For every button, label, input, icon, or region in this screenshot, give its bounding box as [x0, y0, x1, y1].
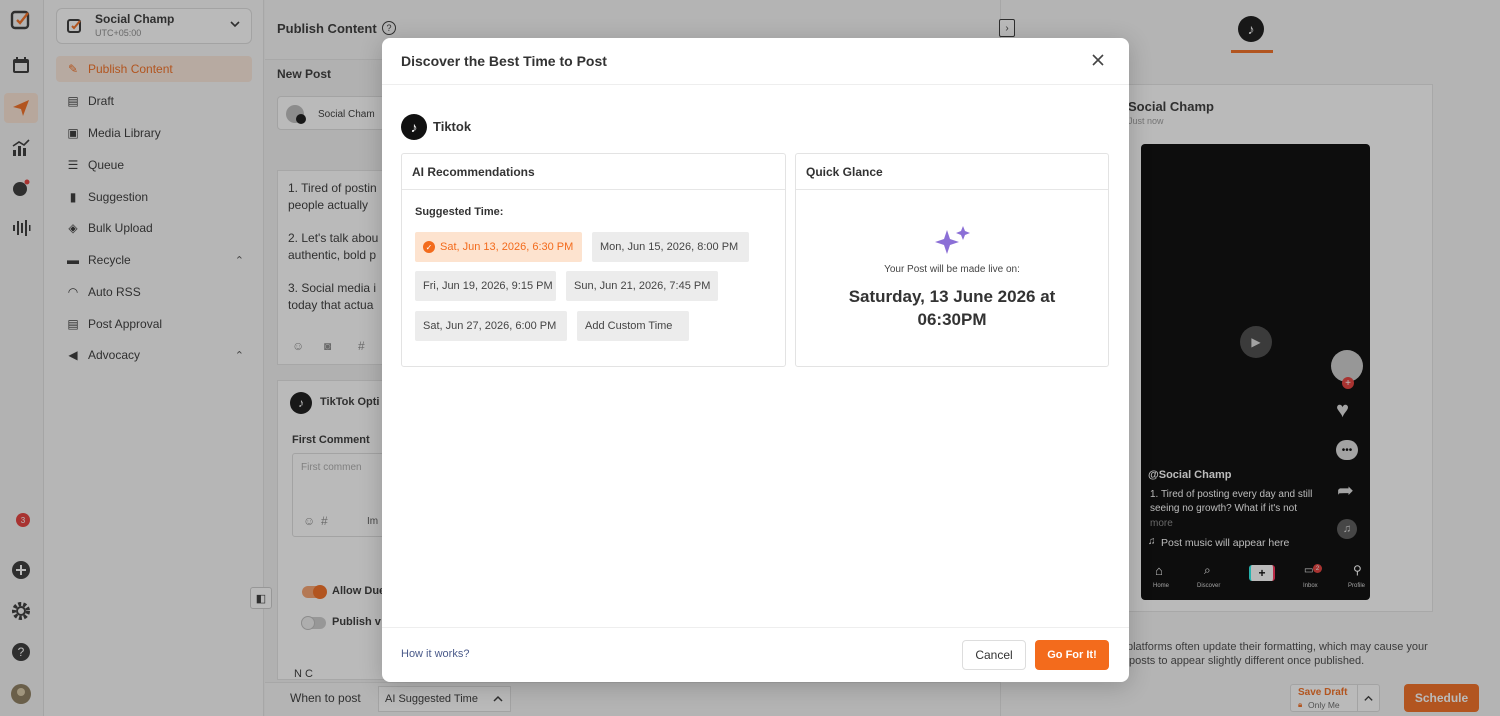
- live-on-text: Your Post will be made live on:: [884, 264, 1020, 275]
- time-chip-label: Fri, Jun 19, 2026, 9:15 PM: [423, 280, 553, 292]
- add-custom-time-button[interactable]: Add Custom Time: [577, 311, 689, 341]
- sparkle-icon: [933, 224, 973, 261]
- quick-glance-title: Quick Glance: [806, 165, 883, 179]
- time-chip-label: Sat, Jun 27, 2026, 6:00 PM: [423, 320, 557, 332]
- time-chip-label: Add Custom Time: [585, 320, 673, 332]
- tiktok-icon: ♪: [401, 114, 427, 140]
- suggested-time-chip[interactable]: ✓ Sat, Jun 13, 2026, 6:30 PM: [415, 232, 582, 262]
- suggested-time-label: Suggested Time:: [415, 206, 504, 218]
- quick-glance-card: Quick Glance Your Post will be made live…: [795, 153, 1109, 367]
- suggested-time-chip[interactable]: Sat, Jun 27, 2026, 6:00 PM: [415, 311, 567, 341]
- ai-recommendations-card: AI Recommendations Suggested Time: ✓ Sat,…: [401, 153, 786, 367]
- suggested-time-chip[interactable]: Sun, Jun 21, 2026, 7:45 PM: [566, 271, 718, 301]
- live-date-line-2: 06:30PM: [917, 310, 987, 329]
- cancel-button[interactable]: Cancel: [962, 640, 1026, 670]
- how-it-works-link[interactable]: How it works?: [401, 648, 469, 660]
- time-chip-label: Sat, Jun 13, 2026, 6:30 PM: [440, 241, 574, 253]
- live-date-line-1: Saturday, 13 June 2026 at: [848, 287, 1056, 306]
- suggested-time-chip[interactable]: Mon, Jun 15, 2026, 8:00 PM: [592, 232, 749, 262]
- check-circle-icon: ✓: [423, 241, 435, 253]
- close-icon[interactable]: [1090, 52, 1106, 71]
- suggested-time-chip[interactable]: Fri, Jun 19, 2026, 9:15 PM: [415, 271, 556, 301]
- platform-name: Tiktok: [433, 119, 472, 134]
- go-for-it-button[interactable]: Go For It!: [1035, 640, 1109, 670]
- ai-recommendations-title: AI Recommendations: [412, 165, 535, 179]
- best-time-modal: Discover the Best Time to Post ♪ Tiktok …: [382, 38, 1129, 682]
- modal-title: Discover the Best Time to Post: [401, 53, 607, 69]
- time-chip-label: Mon, Jun 15, 2026, 8:00 PM: [600, 241, 739, 253]
- time-chip-label: Sun, Jun 21, 2026, 7:45 PM: [574, 280, 711, 292]
